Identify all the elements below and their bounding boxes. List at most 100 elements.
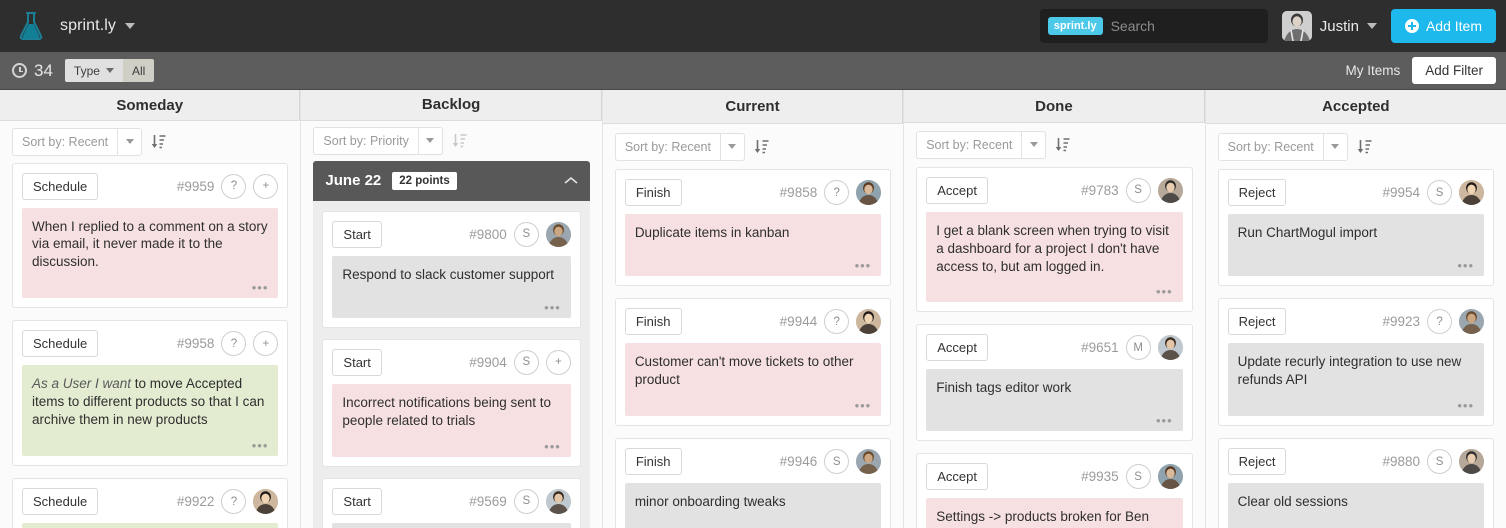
- card[interactable]: Schedule #9922? •••: [12, 478, 289, 528]
- card[interactable]: Finish #9858? Duplicate items in kanban •••: [614, 169, 892, 287]
- board-column-backlog: Backlog Sort by: Priority June 22 22 points…: [301, 90, 603, 528]
- card[interactable]: Finish #9944? Customer can't move tickets …: [614, 298, 892, 427]
- more-options-icon[interactable]: •••: [855, 518, 872, 528]
- sort-dropdown-button[interactable]: [1322, 132, 1348, 161]
- column-card-list[interactable]: Accept #9783 S I get a blank screen when tr…: [904, 166, 1204, 528]
- card[interactable]: Start #9800 S Respond to slack customer sup…: [322, 210, 581, 328]
- sort-by-label[interactable]: Sort by: Recent: [1217, 132, 1323, 161]
- search-box[interactable]: sprint.ly: [1039, 9, 1268, 43]
- add-item-button[interactable]: Add Item: [1390, 9, 1496, 43]
- column-card-list[interactable]: June 22 22 points Start #9800 S Respond to sl…: [301, 160, 601, 528]
- card-title: Customer can't move tickets to other pro…: [634, 354, 854, 388]
- card-action-button[interactable]: Schedule: [22, 488, 99, 516]
- add-assignee-button[interactable]: +: [545, 349, 571, 375]
- more-options-icon[interactable]: •••: [1156, 404, 1173, 427]
- sort-by-label[interactable]: Sort by: Recent: [614, 132, 720, 161]
- card-action-button[interactable]: Schedule: [22, 172, 99, 200]
- sort-descending-icon[interactable]: [1055, 137, 1070, 153]
- search-scope-chip[interactable]: sprint.ly: [1047, 17, 1103, 35]
- card-action-button[interactable]: Finish: [624, 179, 682, 207]
- card-size-badge[interactable]: S: [1125, 177, 1151, 203]
- card-action-button[interactable]: Reject: [1227, 448, 1287, 476]
- card[interactable]: Accept #9783 S I get a blank screen when tr…: [916, 166, 1193, 313]
- column-title: Someday: [0, 90, 301, 122]
- card-size-badge[interactable]: ?: [824, 180, 850, 206]
- card[interactable]: Finish #9946 Sminor onboarding tweaks •••: [614, 438, 892, 528]
- card-size-badge[interactable]: ?: [221, 173, 247, 199]
- card-body: Respond to slack customer support •••: [332, 255, 571, 318]
- my-items-link[interactable]: My Items: [1345, 63, 1400, 78]
- card-action-button[interactable]: Reject: [1227, 179, 1287, 207]
- card-action-button[interactable]: Start: [332, 348, 382, 376]
- all-filter-label: All: [131, 63, 146, 78]
- card-action-button[interactable]: Accept: [926, 463, 988, 491]
- more-options-icon[interactable]: •••: [1156, 275, 1173, 298]
- card-size-badge[interactable]: ?: [221, 331, 247, 357]
- card[interactable]: Accept #9651 M Finish tags editor work •••: [916, 324, 1193, 442]
- card-size-badge[interactable]: ?: [824, 309, 850, 335]
- sort-dropdown-button[interactable]: [1021, 130, 1047, 159]
- all-filter-button[interactable]: All: [122, 59, 155, 82]
- column-card-list[interactable]: Reject #9954 S Run ChartMogul import ••• Reje…: [1206, 169, 1506, 528]
- sort-by-label[interactable]: Sort by: Recent: [12, 127, 118, 156]
- card[interactable]: Schedule #9959? + When I replied to a comme…: [12, 162, 289, 309]
- card-action-button[interactable]: Finish: [624, 308, 682, 336]
- more-options-icon[interactable]: •••: [1457, 249, 1474, 272]
- sprint-header[interactable]: June 22 22 points: [313, 160, 590, 201]
- sort-dropdown-button[interactable]: [417, 126, 443, 155]
- card-action-button[interactable]: Schedule: [22, 330, 99, 358]
- card-size-badge[interactable]: S: [513, 221, 539, 247]
- more-options-icon[interactable]: •••: [1457, 389, 1474, 412]
- filter-bar-right-group: My Items Add Filter: [1345, 57, 1496, 84]
- column-card-list[interactable]: Schedule #9959? + When I replied to a comme…: [0, 162, 300, 528]
- card-action-button[interactable]: Accept: [926, 334, 988, 362]
- type-filter-button[interactable]: Type: [64, 59, 123, 82]
- more-options-icon[interactable]: •••: [544, 291, 561, 314]
- card-size-badge[interactable]: S: [513, 488, 539, 514]
- user-menu[interactable]: Justin: [1281, 11, 1377, 41]
- card-title: Respond to slack customer support: [342, 266, 555, 282]
- project-switcher[interactable]: sprint.ly: [60, 17, 136, 35]
- card[interactable]: Reject #9923? Update recurly integration t…: [1217, 298, 1495, 427]
- add-filter-button[interactable]: Add Filter: [1412, 57, 1496, 84]
- sort-descending-icon[interactable]: [151, 134, 166, 150]
- card-action-button[interactable]: Start: [332, 487, 382, 515]
- more-options-icon[interactable]: •••: [544, 430, 561, 453]
- column-card-list[interactable]: Finish #9858? Duplicate items in kanban •••…: [603, 169, 903, 528]
- more-options-icon[interactable]: •••: [855, 249, 872, 272]
- sort-by-label[interactable]: Sort by: Recent: [916, 130, 1022, 159]
- card-size-badge[interactable]: S: [824, 449, 850, 475]
- card-size-badge[interactable]: S: [513, 349, 539, 375]
- card-header: Reject #9880 S: [1227, 448, 1485, 476]
- add-assignee-button[interactable]: +: [253, 331, 279, 357]
- card-size-badge[interactable]: S: [1427, 449, 1453, 475]
- card[interactable]: Start #9569 S •••: [322, 477, 581, 528]
- more-options-icon[interactable]: •••: [252, 429, 269, 452]
- card-action-button[interactable]: Accept: [926, 176, 988, 204]
- card[interactable]: Schedule #9958? + As a User I want to move …: [12, 320, 289, 467]
- search-input[interactable]: [1110, 18, 1260, 34]
- card[interactable]: Reject #9954 S Run ChartMogul import •••: [1217, 169, 1495, 287]
- more-options-icon[interactable]: •••: [252, 271, 269, 294]
- card-size-badge[interactable]: ?: [1427, 309, 1453, 335]
- sort-descending-icon[interactable]: [754, 139, 769, 155]
- add-assignee-button[interactable]: +: [253, 173, 279, 199]
- card[interactable]: Start #9904 S + Incorrect notifications bein…: [322, 338, 581, 467]
- flask-icon[interactable]: [18, 11, 44, 41]
- card[interactable]: Reject #9880 S Clear old sessions •••: [1217, 438, 1495, 528]
- sort-by-label[interactable]: Sort by: Priority: [313, 126, 418, 155]
- card-size-badge[interactable]: ?: [221, 489, 247, 515]
- card-action-button[interactable]: Finish: [624, 448, 682, 476]
- sort-dropdown-button[interactable]: [117, 127, 143, 156]
- sort-descending-icon[interactable]: [1357, 139, 1372, 155]
- card-action-button[interactable]: Reject: [1227, 308, 1287, 336]
- card-size-badge[interactable]: S: [1125, 464, 1151, 490]
- card-size-badge[interactable]: S: [1427, 180, 1453, 206]
- card-size-badge[interactable]: M: [1125, 335, 1151, 361]
- sort-dropdown-button[interactable]: [719, 132, 745, 161]
- card-action-button[interactable]: Start: [332, 220, 382, 248]
- more-options-icon[interactable]: •••: [855, 389, 872, 412]
- more-options-icon[interactable]: •••: [1457, 518, 1474, 528]
- card[interactable]: Accept #9935 S Settings -> products broken …: [916, 453, 1193, 528]
- chevron-up-icon[interactable]: [564, 172, 578, 190]
